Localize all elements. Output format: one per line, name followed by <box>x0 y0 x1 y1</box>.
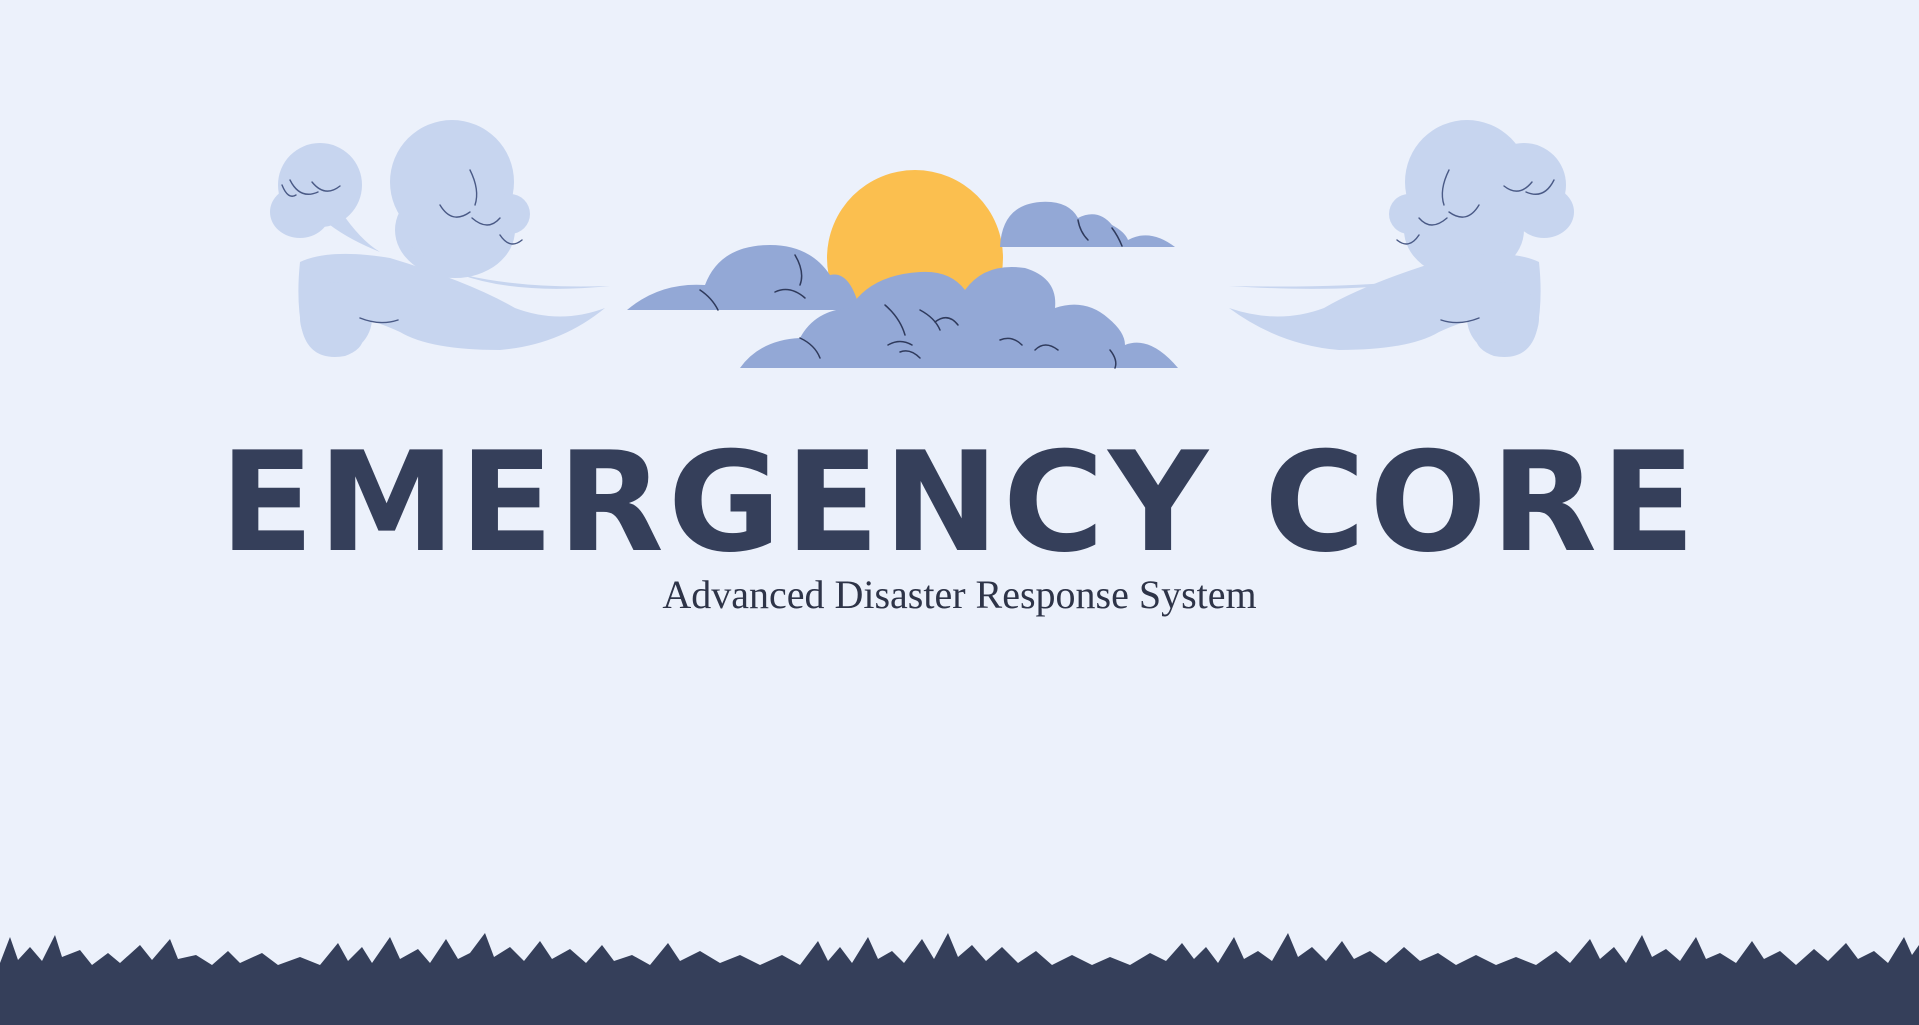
title-slide: EMERGENCY CORE Advanced Disaster Respons… <box>0 0 1919 1025</box>
page-subtitle: Advanced Disaster Response System <box>662 572 1257 617</box>
wind-swirl-left-icon <box>270 120 610 357</box>
cloud-left-icon <box>627 245 860 310</box>
grass-icon <box>0 933 1919 1025</box>
page-title: EMERGENCY CORE <box>219 422 1700 583</box>
wind-swirl-right-icon <box>1229 120 1574 357</box>
